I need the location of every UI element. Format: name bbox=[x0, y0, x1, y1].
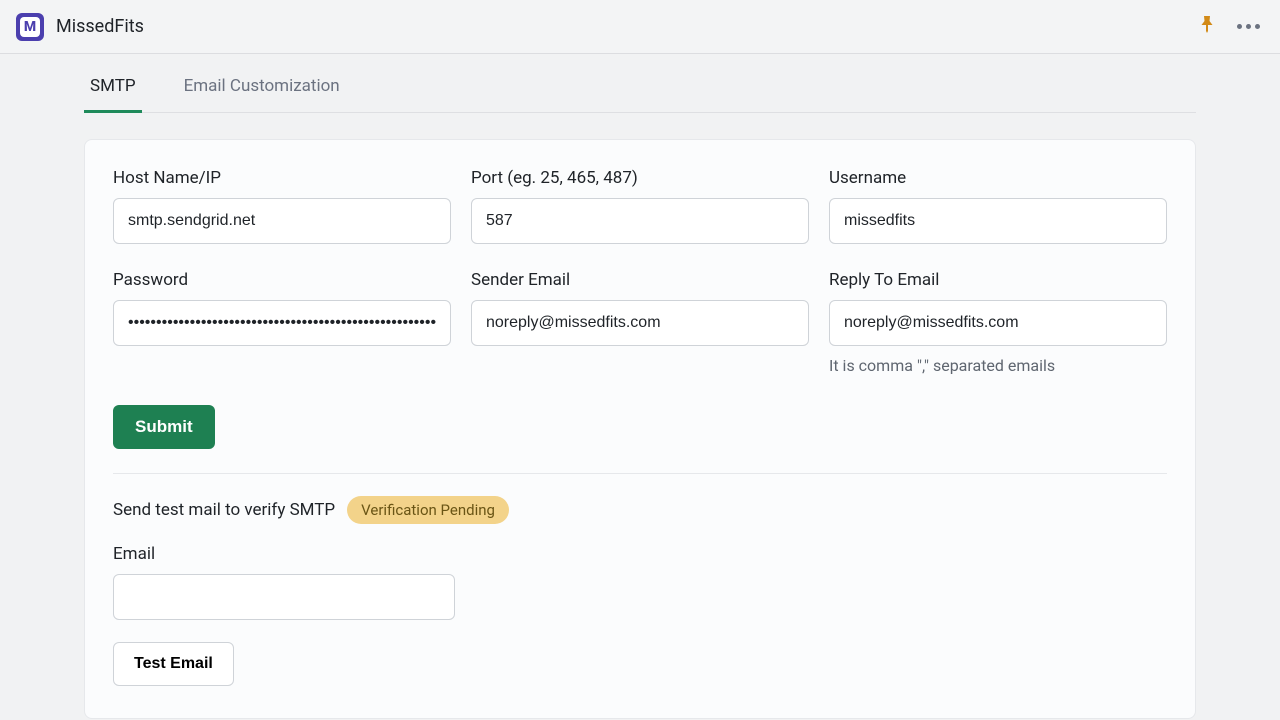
test-email-button[interactable]: Test Email bbox=[113, 642, 234, 686]
input-username[interactable] bbox=[829, 198, 1167, 244]
top-bar-left: M MissedFits bbox=[16, 13, 144, 41]
smtp-form-grid: Host Name/IP Port (eg. 25, 465, 487) Use… bbox=[113, 168, 1167, 375]
more-icon[interactable] bbox=[1233, 20, 1264, 33]
top-bar-right bbox=[1199, 15, 1264, 38]
label-password: Password bbox=[113, 270, 451, 290]
label-sender-email: Sender Email bbox=[471, 270, 809, 290]
submit-button[interactable]: Submit bbox=[113, 405, 215, 449]
label-username: Username bbox=[829, 168, 1167, 188]
field-password: Password bbox=[113, 270, 451, 375]
label-test-email: Email bbox=[113, 544, 455, 564]
tab-smtp[interactable]: SMTP bbox=[84, 62, 142, 112]
tabs: SMTP Email Customization bbox=[84, 54, 1196, 113]
field-reply-email: Reply To Email It is comma "," separated… bbox=[829, 270, 1167, 375]
test-mail-title: Send test mail to verify SMTP bbox=[113, 500, 335, 520]
field-username: Username bbox=[829, 168, 1167, 244]
page-content: SMTP Email Customization Host Name/IP Po… bbox=[0, 54, 1280, 719]
input-host[interactable] bbox=[113, 198, 451, 244]
app-icon-initial: M bbox=[20, 17, 40, 37]
top-bar: M MissedFits bbox=[0, 0, 1280, 54]
field-test-email: Email bbox=[113, 544, 455, 620]
field-port: Port (eg. 25, 465, 487) bbox=[471, 168, 809, 244]
smtp-card: Host Name/IP Port (eg. 25, 465, 487) Use… bbox=[84, 139, 1196, 719]
label-reply-email: Reply To Email bbox=[829, 270, 1167, 290]
verification-badge: Verification Pending bbox=[347, 496, 509, 524]
input-reply-email[interactable] bbox=[829, 300, 1167, 346]
test-mail-header: Send test mail to verify SMTP Verificati… bbox=[113, 496, 1167, 524]
field-sender-email: Sender Email bbox=[471, 270, 809, 375]
label-host: Host Name/IP bbox=[113, 168, 451, 188]
pin-icon[interactable] bbox=[1199, 15, 1215, 38]
reply-email-hint: It is comma "," separated emails bbox=[829, 356, 1167, 375]
input-test-email[interactable] bbox=[113, 574, 455, 620]
field-host: Host Name/IP bbox=[113, 168, 451, 244]
label-port: Port (eg. 25, 465, 487) bbox=[471, 168, 809, 188]
divider bbox=[113, 473, 1167, 474]
app-icon: M bbox=[16, 13, 44, 41]
input-password[interactable] bbox=[113, 300, 451, 346]
input-sender-email[interactable] bbox=[471, 300, 809, 346]
app-title: MissedFits bbox=[56, 16, 144, 37]
tab-email-customization[interactable]: Email Customization bbox=[178, 62, 346, 112]
input-port[interactable] bbox=[471, 198, 809, 244]
